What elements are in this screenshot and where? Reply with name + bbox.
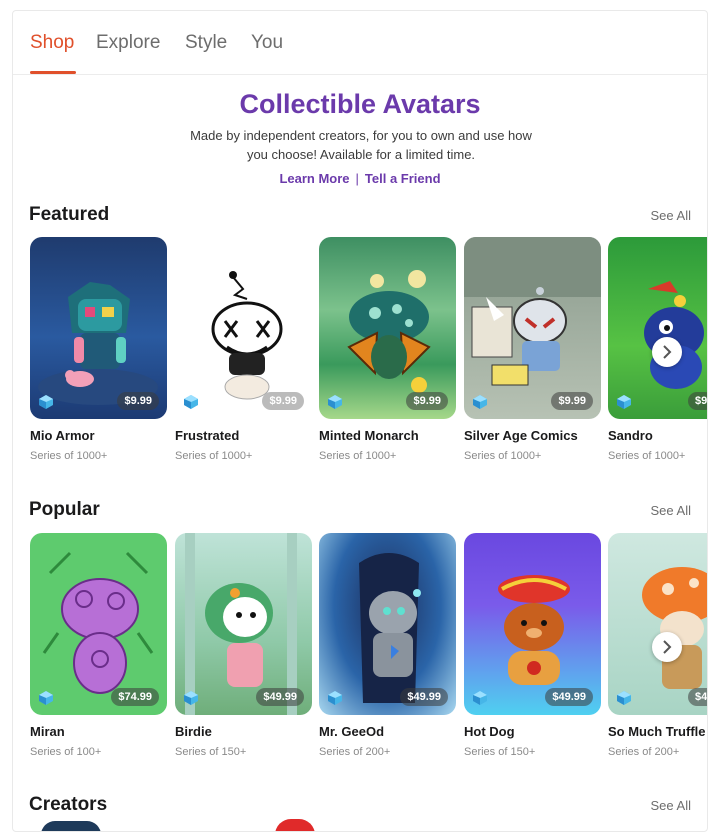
shop-page: Shop Explore Style You Collectible Avata… <box>12 10 708 832</box>
featured-card-sandro[interactable]: $9 Sandro Series of 1000+ <box>608 237 707 462</box>
price-badge: $9.99 <box>551 392 593 410</box>
chevron-right-icon <box>663 640 672 654</box>
avatar-name: Sandro <box>608 428 653 443</box>
avatar-image-minted-monarch[interactable]: $9.99 <box>319 237 456 419</box>
popular-next-button[interactable] <box>652 632 682 662</box>
avatar-series: Series of 1000+ <box>30 450 108 462</box>
avatar-series: Series of 150+ <box>175 746 247 758</box>
avatar-name: So Much Truffle <box>608 724 706 739</box>
avatar-series: Series of 1000+ <box>464 450 542 462</box>
link-separator: | <box>355 171 359 186</box>
hero-subtitle: Made by independent creators, for you to… <box>190 128 532 162</box>
price-badge: $49.99 <box>400 688 448 706</box>
avatar-image-miran[interactable]: $74.99 <box>30 533 167 715</box>
avatar-name: Hot Dog <box>464 724 515 739</box>
popular-card-so-much-truffle[interactable]: $49 So Much Truffle Series of 200+ <box>608 533 707 758</box>
featured-card-mio-armor[interactable]: $9.99 Mio Armor Series of 1000+ <box>30 237 167 462</box>
avatar-series: Series of 100+ <box>30 746 102 758</box>
active-tab-indicator <box>30 71 76 74</box>
featured-heading: Featured <box>29 204 110 225</box>
price-badge: $9.99 <box>262 392 304 410</box>
diamond-gem-icon <box>39 691 53 705</box>
tab-you[interactable]: You <box>251 32 283 54</box>
tab-explore[interactable]: Explore <box>96 32 160 54</box>
creator-avatar[interactable] <box>275 819 315 831</box>
avatar-image-hot-dog[interactable]: $49.99 <box>464 533 601 715</box>
featured-card-minted-monarch[interactable]: $9.99 Minted Monarch Series of 1000+ <box>319 237 456 462</box>
diamond-gem-icon <box>473 395 487 409</box>
avatar-name: Mr. GeeOd <box>319 724 385 739</box>
price-badge: $9.99 <box>406 392 448 410</box>
avatar-series: Series of 1000+ <box>608 450 686 462</box>
avatar-name: Silver Age Comics <box>464 428 578 443</box>
creators-heading: Creators <box>29 794 108 815</box>
featured-card-silver-age-comics[interactable]: $9.99 Silver Age Comics Series of 1000+ <box>464 237 601 462</box>
avatar-name: Minted Monarch <box>319 428 419 443</box>
learn-more-link[interactable]: Learn More <box>279 171 349 186</box>
avatar-image-silver-age-comics[interactable]: $9.99 <box>464 237 601 419</box>
price-badge: $49.99 <box>256 688 304 706</box>
tab-style[interactable]: Style <box>185 32 227 54</box>
featured-next-button[interactable] <box>652 337 682 367</box>
popular-card-mr-geeod[interactable]: $49.99 Mr. GeeOd Series of 200+ <box>319 533 456 758</box>
popular-card-miran[interactable]: $74.99 Miran Series of 100+ <box>30 533 167 758</box>
avatar-series: Series of 1000+ <box>175 450 253 462</box>
diamond-gem-icon <box>328 395 342 409</box>
avatar-image-mio-armor[interactable]: $9.99 <box>30 237 167 419</box>
hero-title: Collectible Avatars <box>239 89 481 119</box>
diamond-gem-icon <box>617 691 631 705</box>
diamond-gem-icon <box>39 395 53 409</box>
avatar-image-frustrated[interactable]: $9.99 <box>175 237 312 419</box>
price-badge: $49 <box>688 688 707 706</box>
diamond-gem-icon <box>328 691 342 705</box>
popular-see-all-link[interactable]: See All <box>651 503 691 518</box>
price-badge: $74.99 <box>111 688 159 706</box>
popular-card-hot-dog[interactable]: $49.99 Hot Dog Series of 150+ <box>464 533 601 758</box>
price-badge: $9.99 <box>117 392 159 410</box>
diamond-gem-icon <box>617 395 631 409</box>
avatar-image-mr-geeod[interactable]: $49.99 <box>319 533 456 715</box>
creator-avatar[interactable] <box>41 821 101 831</box>
diamond-gem-icon <box>473 691 487 705</box>
avatar-name: Birdie <box>175 724 212 739</box>
avatar-series: Series of 150+ <box>464 746 536 758</box>
tab-shop[interactable]: Shop <box>30 32 74 54</box>
avatar-series: Series of 1000+ <box>319 450 397 462</box>
featured-see-all-link[interactable]: See All <box>651 208 691 223</box>
featured-card-frustrated[interactable]: $9.99 Frustrated Series of 1000+ <box>175 237 312 462</box>
popular-card-birdie[interactable]: $49.99 Birdie Series of 150+ <box>175 533 312 758</box>
avatar-name: Miran <box>30 724 65 739</box>
avatar-series: Series of 200+ <box>319 746 391 758</box>
avatar-image-sandro[interactable]: $9 <box>608 237 707 419</box>
avatar-name: Frustrated <box>175 428 240 443</box>
price-badge: $9 <box>688 392 707 410</box>
tell-a-friend-link[interactable]: Tell a Friend <box>365 171 441 186</box>
top-tabs: Shop Explore Style You <box>13 11 707 75</box>
diamond-gem-icon <box>184 395 198 409</box>
diamond-gem-icon <box>184 691 198 705</box>
avatar-series: Series of 200+ <box>608 746 680 758</box>
avatar-name: Mio Armor <box>30 428 95 443</box>
avatar-image-birdie[interactable]: $49.99 <box>175 533 312 715</box>
popular-heading: Popular <box>29 499 100 520</box>
price-badge: $49.99 <box>545 688 593 706</box>
avatar-image-so-much-truffle[interactable]: $49 <box>608 533 707 715</box>
chevron-right-icon <box>663 345 672 359</box>
hero-links: Learn More | Tell a Friend <box>13 171 707 186</box>
creators-see-all-link[interactable]: See All <box>651 798 691 813</box>
